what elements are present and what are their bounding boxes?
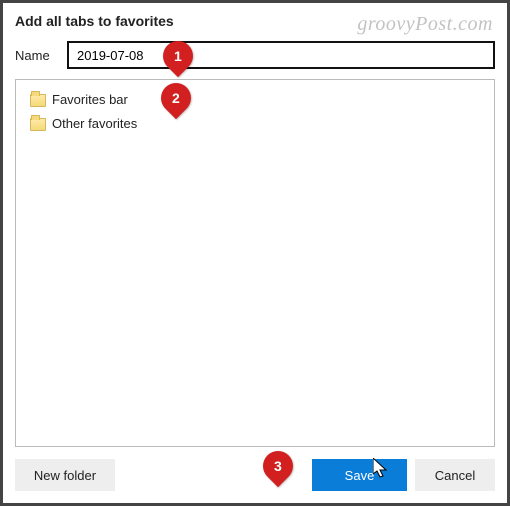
name-input[interactable] [67,41,495,69]
tree-item-favorites-bar[interactable]: Favorites bar [22,88,488,112]
folder-icon [30,94,46,107]
folder-icon [30,118,46,131]
folder-tree[interactable]: Favorites bar Other favorites [15,79,495,447]
new-folder-button[interactable]: New folder [15,459,115,491]
name-row: Name [15,41,495,69]
cancel-button[interactable]: Cancel [415,459,495,491]
tree-item-other-favorites[interactable]: Other favorites [22,112,488,136]
dialog-title: Add all tabs to favorites [15,13,495,29]
button-row: New folder Save Cancel [15,459,495,491]
name-label: Name [15,48,55,63]
tree-item-label: Other favorites [52,114,137,134]
tree-item-label: Favorites bar [52,90,128,110]
dialog-content: Add all tabs to favorites Name Favorites… [3,3,507,503]
save-button[interactable]: Save [312,459,407,491]
dialog-window: Add all tabs to favorites Name Favorites… [0,0,510,506]
